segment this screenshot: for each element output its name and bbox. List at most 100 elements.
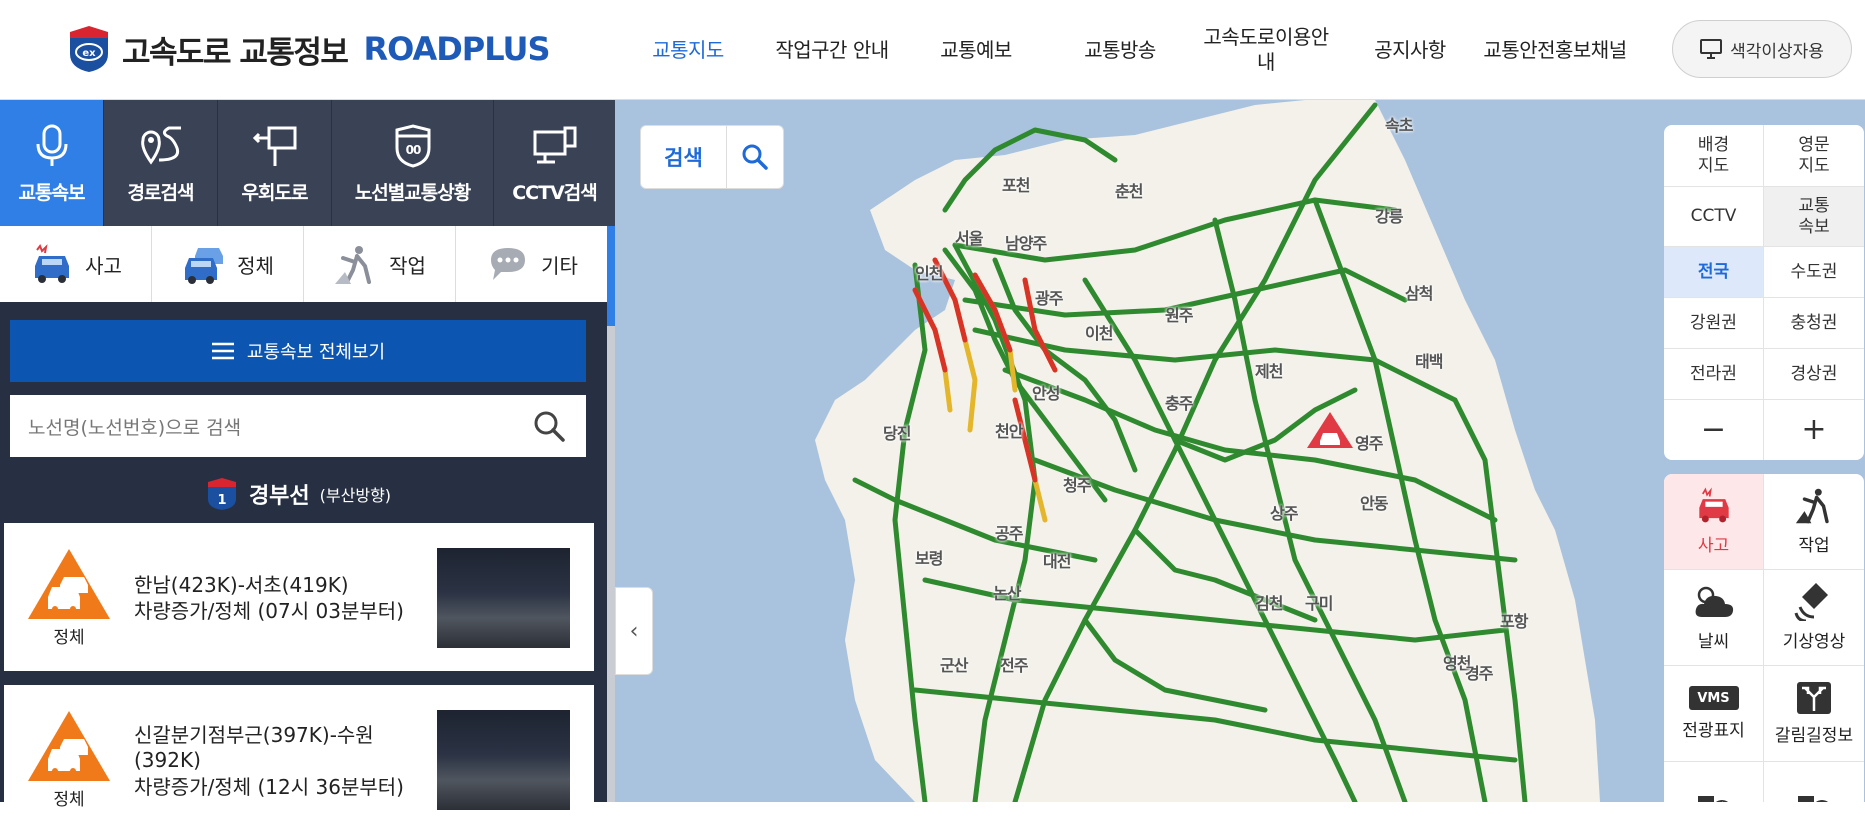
route-icon — [140, 126, 181, 165]
layer-vms[interactable]: VMS 전광표지 — [1664, 666, 1764, 762]
top-header: ex 고속도로 교통정보 ROADPLUS 교통지도 작업구간 안내 교통예보 … — [0, 0, 1865, 100]
map-search-box[interactable]: 검색 — [640, 125, 784, 189]
highway-segment — [1002, 367, 1498, 523]
layer-junction-info[interactable]: 갈림길정보 — [1764, 666, 1864, 762]
layer-label: 갈림길정보 — [1774, 726, 1854, 746]
nav-usage-guide[interactable]: 고속도로이용안내 — [1196, 0, 1336, 100]
satellite-icon — [1794, 583, 1828, 621]
city-label: 영주 — [1355, 434, 1383, 453]
layer-accident[interactable]: 사고 — [1664, 474, 1764, 570]
background-map-button[interactable]: 배경 지도 — [1664, 125, 1764, 187]
color-blind-mode-button[interactable]: 색각이상자용 — [1672, 20, 1852, 78]
city-label: 김천 — [1255, 594, 1283, 613]
nav-work-zone[interactable]: 작업구간 안내 — [762, 0, 902, 100]
search-icon — [742, 144, 768, 170]
tab-traffic-news[interactable]: 교통속보 — [0, 100, 104, 226]
cctv-thumbnail[interactable] — [437, 548, 570, 648]
collapse-sidebar-button[interactable]: ‹ — [615, 587, 653, 675]
svg-text:ex: ex — [82, 48, 96, 59]
city-label: 태백 — [1415, 352, 1443, 371]
category-other[interactable]: 기타 — [456, 226, 607, 302]
traffic-news-layer-button[interactable]: 교통 속보 — [1764, 187, 1864, 247]
nav-traffic-map[interactable]: 교통지도 — [636, 0, 740, 100]
tab-detour[interactable]: 우회도로 — [218, 100, 332, 226]
layer-fuel-station[interactable] — [1764, 762, 1864, 802]
english-map-button[interactable]: 영문 지도 — [1764, 125, 1864, 187]
tab-label: 우회도로 — [241, 181, 309, 204]
search-icon[interactable] — [532, 409, 566, 448]
highway-segment — [1082, 617, 1268, 713]
tab-route-search[interactable]: 경로검색 — [104, 100, 218, 226]
vms-icon: VMS — [1688, 686, 1739, 710]
layer-weather-video[interactable]: 기상영상 — [1764, 570, 1864, 666]
city-label: 구미 — [1305, 594, 1333, 613]
nav-safety-channel[interactable]: 교통안전홍보채널 — [1480, 0, 1630, 100]
detour-sign-icon — [252, 126, 296, 166]
tab-cctv-search[interactable]: CCTV검색 — [494, 100, 615, 226]
card-location: 한남(423K)-서초(419K) — [134, 573, 349, 597]
city-label: 공주 — [995, 524, 1023, 543]
ev-charging-icon — [1697, 796, 1728, 802]
city-label: 속초 — [1385, 116, 1413, 135]
site-logo[interactable]: ex 고속도로 교통정보 ROADPLUS — [66, 24, 551, 74]
city-label: 충주 — [1165, 394, 1193, 413]
color-blind-mode-label: 색각이상자용 — [1730, 41, 1824, 62]
city-label: 청주 — [1063, 476, 1091, 495]
view-all-news-button[interactable]: 교통속보 전체보기 — [10, 320, 586, 382]
nav-traffic-broadcast[interactable]: 교통방송 — [1070, 0, 1170, 100]
left-sidebar: 교통속보 경로검색 우회도로 00 노선별교통상황 CCTV검색 사고 정체 작… — [0, 100, 615, 833]
nav-notice[interactable]: 공지사항 — [1360, 0, 1460, 100]
city-label: 천안 — [995, 422, 1023, 441]
tab-route-status[interactable]: 00 노선별교통상황 — [332, 100, 494, 226]
layer-ev-charging[interactable] — [1664, 762, 1764, 802]
region-capital[interactable]: 수도권 — [1764, 247, 1864, 298]
city-label: 강릉 — [1375, 207, 1403, 226]
fuel-station-icon — [1798, 796, 1828, 802]
category-congestion[interactable]: 정체 — [152, 226, 304, 302]
nav-traffic-forecast[interactable]: 교통예보 — [926, 0, 1026, 100]
region-jeolla[interactable]: 전라권 — [1664, 349, 1764, 400]
logo-korean-title: 고속도로 교통정보 — [122, 34, 349, 71]
region-gyeongsang[interactable]: 경상권 — [1764, 349, 1864, 400]
layer-roadwork[interactable]: 작업 — [1764, 474, 1864, 570]
category-accident[interactable]: 사고 — [0, 226, 152, 302]
congestion-cars-icon — [185, 248, 224, 284]
city-label: 인천 — [915, 264, 943, 283]
route-search-field[interactable]: 노선명(노선번호)으로 검색 — [10, 395, 586, 457]
roadwork-icon — [1795, 488, 1829, 524]
card-detail: 차량증가/정체 (07시 03분부터) — [134, 599, 404, 623]
traffic-news-card[interactable]: 정체 신갈분기점부근(397K)-수원(392K) 차량증가/정체 (12시 3… — [4, 685, 594, 833]
cctv-layer-button[interactable]: CCTV — [1664, 187, 1764, 247]
layer-weather[interactable]: 날씨 — [1664, 570, 1764, 666]
region-chungcheong[interactable]: 충청권 — [1764, 298, 1864, 349]
card-detail: 차량증가/정체 (12시 36분부터) — [134, 775, 404, 799]
view-all-news-label: 교통속보 전체보기 — [246, 342, 386, 363]
zoom-in-button[interactable]: + — [1764, 400, 1864, 460]
tab-label: CCTV검색 — [512, 181, 598, 204]
cctv-monitor-icon — [533, 126, 576, 163]
category-roadwork[interactable]: 작업 — [304, 226, 456, 302]
map-search-button[interactable] — [727, 126, 783, 188]
category-label: 작업 — [389, 253, 426, 278]
city-label: 포항 — [1500, 612, 1528, 631]
traffic-map[interactable]: 속초 포천 춘천 강릉 서울 남양주 인천 광주 원주 삼척 이천 제천 태백 안성 충주 당진 천안 영주 청주 안… — [615, 100, 1865, 802]
map-search-label[interactable]: 검색 — [641, 126, 727, 188]
highway-shield-icon: 00 — [395, 123, 430, 168]
sidebar-scrollbar-thumb[interactable] — [607, 226, 615, 326]
highway-segment — [1452, 397, 1528, 802]
zoom-out-button[interactable]: − — [1664, 400, 1764, 460]
layer-label: 작업 — [1798, 536, 1830, 556]
accident-car-icon — [35, 243, 70, 283]
city-label: 춘천 — [1115, 182, 1143, 201]
sidebar-tabs: 교통속보 경로검색 우회도로 00 노선별교통상황 CCTV검색 — [0, 100, 615, 226]
monitor-icon — [1700, 39, 1723, 59]
region-gangwon[interactable]: 강원권 — [1664, 298, 1764, 349]
cctv-thumbnail[interactable] — [437, 710, 570, 810]
category-label: 사고 — [85, 253, 122, 278]
city-label: 전주 — [1000, 656, 1028, 675]
traffic-news-card[interactable]: 정체 한남(423K)-서초(419K) 차량증가/정체 (07시 03분부터) — [4, 523, 594, 671]
accident-marker-icon[interactable] — [1306, 411, 1354, 449]
region-nationwide[interactable]: 전국 — [1664, 247, 1764, 298]
route-name: 경부선 — [248, 484, 310, 509]
tab-label: 경로검색 — [127, 181, 195, 204]
